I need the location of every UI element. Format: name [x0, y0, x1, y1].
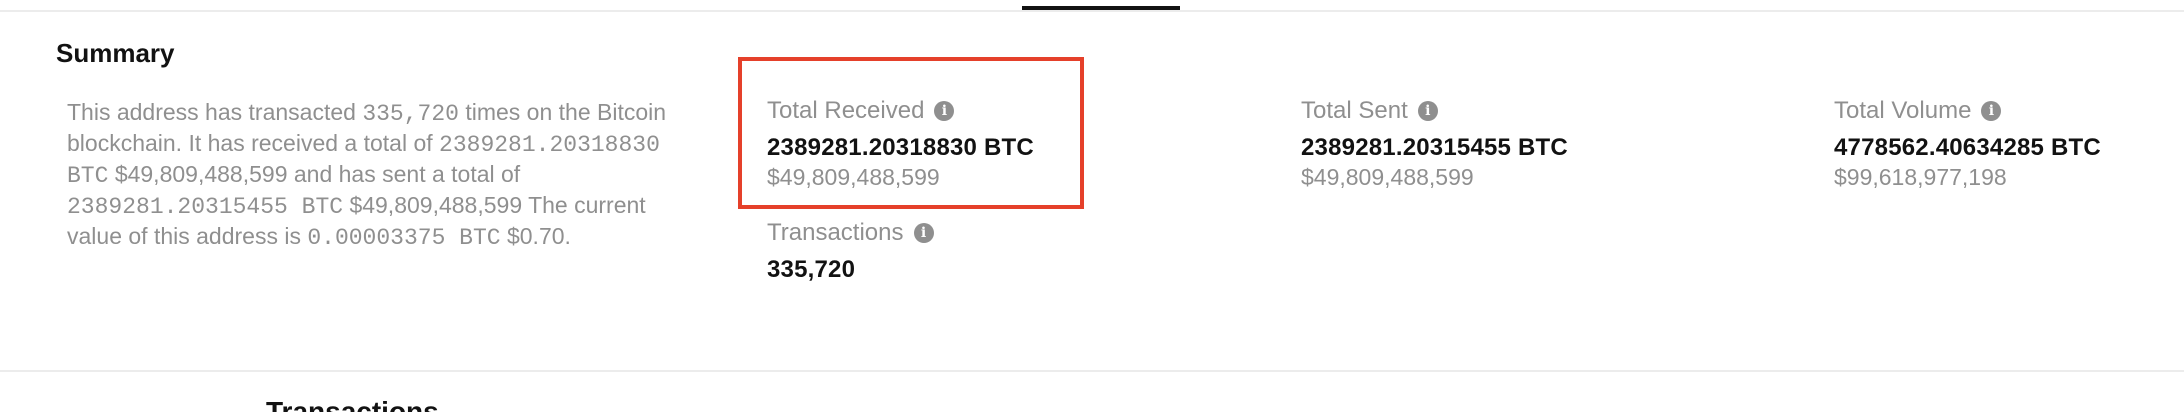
stat-label-row: Total Sent i	[1301, 96, 1568, 126]
section-divider	[0, 370, 2184, 372]
total-volume-usd: $99,618,977,198	[1834, 164, 2007, 190]
total-volume-label: Total Volume	[1834, 97, 1972, 124]
info-icon[interactable]: i	[913, 223, 934, 243]
summary-description: This address has transacted 335,720 time…	[67, 98, 707, 253]
highlight-box	[738, 57, 1084, 209]
description-tx-count: 335,720	[362, 101, 459, 127]
description-sent-usd: $49,809,488,599	[349, 192, 523, 218]
transactions-value: 335,720	[767, 256, 856, 283]
total-sent-label: Total Sent	[1301, 97, 1408, 124]
info-icon[interactable]: i	[1981, 101, 2002, 121]
description-balance-usd: $0.70	[506, 223, 565, 249]
description-balance-btc: 0.00003375 BTC	[307, 225, 501, 251]
stat-total-sent: Total Sent i 2389281.20315455 BTC $49,80…	[1301, 96, 1568, 191]
total-volume-value: 4778562.40634285 BTC	[1834, 134, 2101, 161]
stat-transactions: Transactions i 335,720	[767, 218, 934, 284]
info-icon[interactable]: i	[1417, 101, 1438, 121]
stat-label-row: Transactions i	[767, 218, 934, 248]
total-sent-value: 2389281.20315455 BTC	[1301, 134, 1568, 161]
description-text: This address has transacted	[67, 99, 363, 125]
summary-heading: Summary	[56, 38, 175, 68]
total-sent-usd: $49,809,488,599	[1301, 164, 1474, 190]
description-text: and has sent a total of	[287, 161, 521, 187]
stat-total-volume: Total Volume i 4778562.40634285 BTC $99,…	[1834, 96, 2101, 191]
top-divider	[0, 10, 2184, 12]
address-summary-page: Summary This address has transacted 335,…	[0, 0, 2184, 412]
description-text: .	[564, 223, 571, 249]
transactions-heading: Transactions	[266, 396, 439, 412]
transactions-label: Transactions	[767, 219, 904, 246]
stat-label-row: Total Volume i	[1834, 96, 2101, 126]
description-sent-btc: 2389281.20315455 BTC	[67, 194, 344, 220]
description-received-usd: $49,809,488,599	[114, 161, 288, 187]
active-tab-indicator	[1022, 6, 1180, 10]
